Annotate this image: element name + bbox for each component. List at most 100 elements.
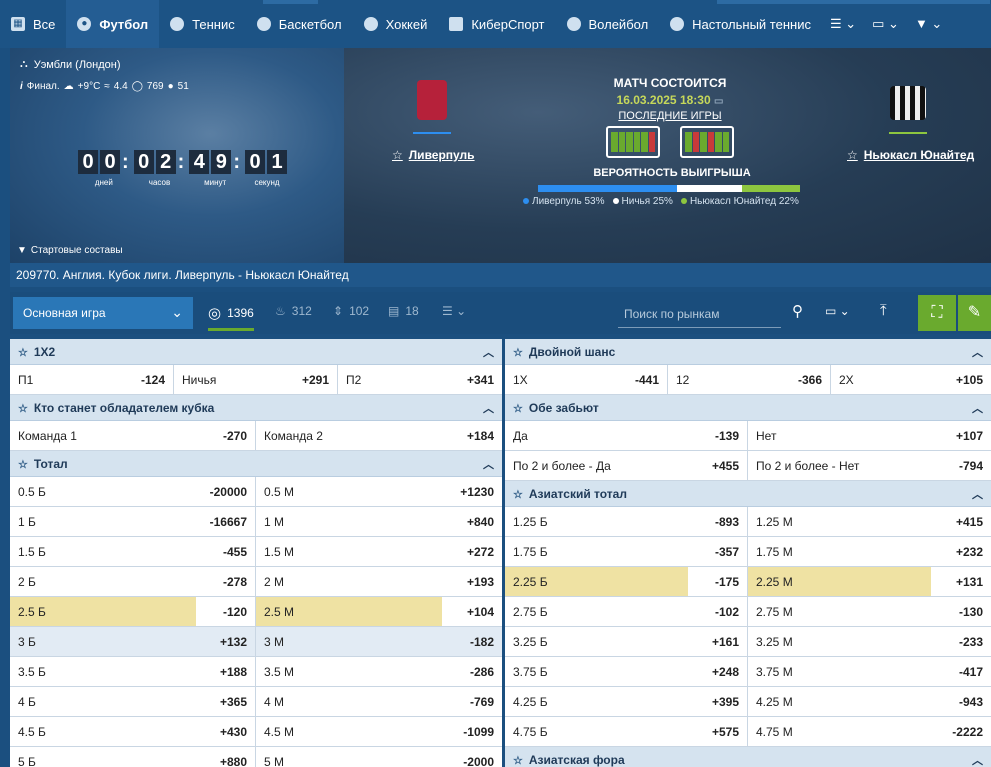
odds-value[interactable]: -120: [196, 597, 256, 626]
filter-all[interactable]: ◎ 1396: [208, 304, 254, 331]
odds-outcome[interactable]: 2.5 Б: [10, 597, 196, 626]
odds-outcome[interactable]: 1.75 М: [748, 537, 931, 566]
odds-outcome[interactable]: Ничья: [174, 365, 278, 394]
odds-value[interactable]: -20000: [196, 477, 256, 506]
odds-value[interactable]: -233: [931, 627, 991, 656]
odds-outcome[interactable]: 5 Б: [10, 747, 196, 767]
chevron-up-icon[interactable]: ︿: [483, 400, 494, 416]
odds-outcome[interactable]: 1 М: [256, 507, 442, 536]
odds-value[interactable]: +105: [931, 365, 991, 394]
nav-item-basketball[interactable]: Баскетбол: [246, 0, 353, 48]
odds-outcome[interactable]: По 2 и более - Нет: [748, 451, 931, 480]
market-header[interactable]: ☆ Тотал ︿: [10, 451, 502, 477]
pin-top-button[interactable]: ⤒: [880, 302, 887, 319]
odds-value[interactable]: -1099: [442, 717, 502, 746]
odds-outcome[interactable]: 3.75 Б: [505, 657, 688, 686]
star-icon[interactable]: ☆: [847, 148, 858, 162]
odds-value[interactable]: +188: [196, 657, 256, 686]
star-icon[interactable]: ☆: [513, 403, 523, 415]
odds-value[interactable]: +132: [196, 627, 256, 656]
odds-outcome[interactable]: 2X: [831, 365, 931, 394]
odds-outcome[interactable]: 2 М: [256, 567, 442, 596]
search-icon[interactable]: ⚲: [792, 302, 803, 320]
team2-form[interactable]: [680, 126, 734, 158]
market-header[interactable]: ☆ Кто станет обладателем кубка ︿: [10, 395, 502, 421]
odds-value[interactable]: -270: [196, 421, 256, 450]
odds-value[interactable]: -2000: [442, 747, 502, 767]
odds-value[interactable]: +161: [688, 627, 748, 656]
odds-value[interactable]: -794: [931, 451, 991, 480]
odds-outcome[interactable]: 4 Б: [10, 687, 196, 716]
market-header[interactable]: ☆ Азиатская фора ︿: [505, 747, 991, 767]
odds-value[interactable]: -455: [196, 537, 256, 566]
odds-outcome[interactable]: 3.25 М: [748, 627, 931, 656]
nav-item-tennis[interactable]: Теннис: [159, 0, 246, 48]
odds-value[interactable]: +365: [196, 687, 256, 716]
nav-item-hockey[interactable]: Хоккей: [353, 0, 439, 48]
odds-outcome[interactable]: 4.75 Б: [505, 717, 688, 746]
star-icon[interactable]: ☆: [18, 459, 28, 471]
filter-popular[interactable]: ♨ 312: [275, 304, 312, 318]
star-icon[interactable]: ☆: [513, 755, 523, 767]
odds-value[interactable]: +272: [442, 537, 502, 566]
odds-value[interactable]: +341: [442, 365, 502, 394]
odds-outcome[interactable]: 3 М: [256, 627, 442, 656]
odds-value[interactable]: -182: [442, 627, 502, 656]
odds-value[interactable]: +184: [442, 421, 502, 450]
odds-outcome[interactable]: 2.25 М: [748, 567, 931, 596]
odds-outcome[interactable]: 3 Б: [10, 627, 196, 656]
odds-outcome[interactable]: 2.25 Б: [505, 567, 688, 596]
odds-outcome[interactable]: 1X: [505, 365, 608, 394]
odds-outcome[interactable]: 4.25 М: [748, 687, 931, 716]
odds-value[interactable]: +104: [442, 597, 502, 626]
star-icon[interactable]: ☆: [18, 403, 28, 415]
chevron-up-icon[interactable]: ︿: [483, 456, 494, 472]
market-header[interactable]: ☆ Двойной шанс ︿: [505, 339, 991, 365]
odds-value[interactable]: -124: [114, 365, 174, 394]
odds-value[interactable]: -286: [442, 657, 502, 686]
odds-value[interactable]: +840: [442, 507, 502, 536]
odds-value[interactable]: +880: [196, 747, 256, 767]
market-search-input[interactable]: Поиск по рынкам: [618, 298, 781, 328]
layout-toggle[interactable]: ▭ ⌄: [825, 304, 850, 318]
odds-outcome[interactable]: 0.5 Б: [10, 477, 196, 506]
odds-outcome[interactable]: 1 Б: [10, 507, 196, 536]
nav-item-esports[interactable]: КиберСпорт: [438, 0, 555, 48]
star-icon[interactable]: ☆: [513, 489, 523, 501]
filter-totals[interactable]: ⇕ 102: [333, 304, 369, 318]
team1-link[interactable]: ☆ Ливерпуль: [392, 148, 475, 162]
odds-value[interactable]: +415: [931, 507, 991, 536]
chevron-up-icon[interactable]: ︿: [972, 344, 983, 360]
nav-item-football[interactable]: ● Футбол: [66, 0, 160, 48]
last-games-link[interactable]: ПОСЛЕДНИЕ ИГРЫ: [545, 110, 795, 122]
team2-link[interactable]: ☆ Ньюкасл Юнайтед: [847, 148, 974, 162]
odds-value[interactable]: -357: [688, 537, 748, 566]
odds-outcome[interactable]: 1.5 Б: [10, 537, 196, 566]
odds-value[interactable]: -417: [931, 657, 991, 686]
odds-outcome[interactable]: 1.25 М: [748, 507, 931, 536]
odds-value[interactable]: +232: [931, 537, 991, 566]
odds-outcome[interactable]: Команда 2: [256, 421, 442, 450]
star-icon[interactable]: ☆: [392, 148, 403, 162]
nav-item-all[interactable]: ▦ Все: [0, 0, 66, 48]
lineups-link[interactable]: ▼ Стартовые составы: [17, 245, 123, 256]
chevron-up-icon[interactable]: ︿: [972, 400, 983, 416]
odds-outcome[interactable]: 3.5 М: [256, 657, 442, 686]
odds-outcome[interactable]: 1.75 Б: [505, 537, 688, 566]
odds-value[interactable]: +291: [278, 365, 338, 394]
nav-item-table-tennis[interactable]: Настольный теннис: [659, 0, 822, 48]
market-header[interactable]: ☆ Обе забьют ︿: [505, 395, 991, 421]
odds-value[interactable]: +430: [196, 717, 256, 746]
more-sports-button[interactable]: ☰ ⌄: [822, 0, 864, 48]
filter-button[interactable]: ▼ ⌄: [907, 0, 950, 48]
odds-outcome[interactable]: П2: [338, 365, 442, 394]
odds-outcome[interactable]: По 2 и более - Да: [505, 451, 688, 480]
odds-value[interactable]: -366: [771, 365, 831, 394]
odds-outcome[interactable]: 4 М: [256, 687, 442, 716]
odds-outcome[interactable]: Команда 1: [10, 421, 196, 450]
odds-value[interactable]: +575: [688, 717, 748, 746]
odds-value[interactable]: +131: [931, 567, 991, 596]
odds-outcome[interactable]: Нет: [748, 421, 931, 450]
market-header[interactable]: ☆ 1X2 ︿: [10, 339, 502, 365]
odds-value[interactable]: +395: [688, 687, 748, 716]
